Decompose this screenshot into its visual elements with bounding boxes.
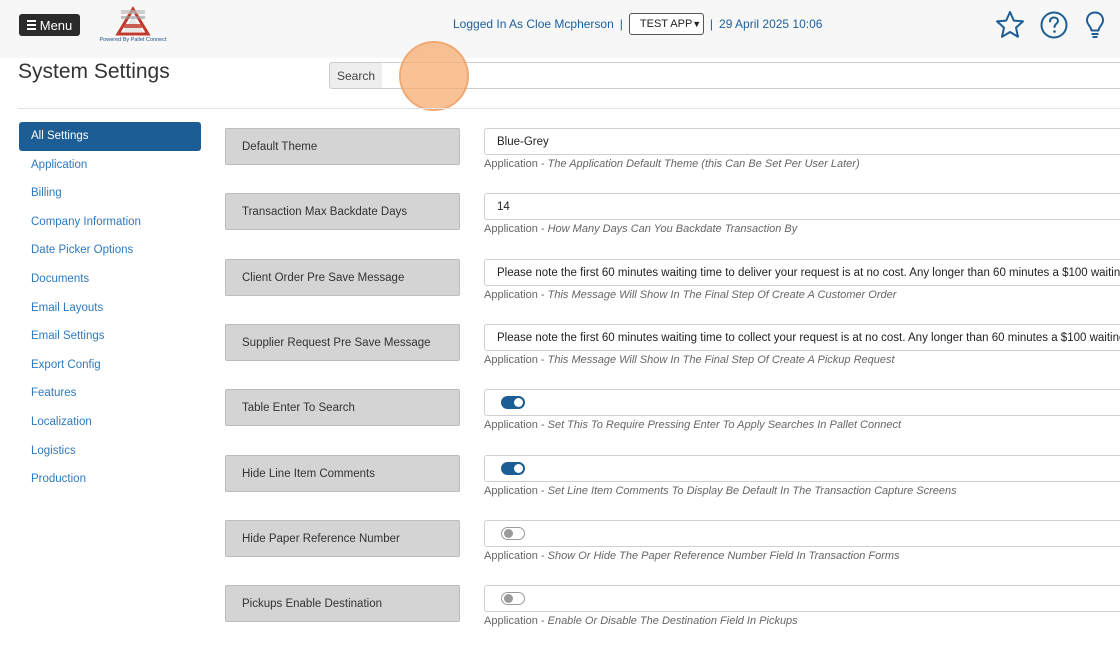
setting-label: Transaction Max Backdate Days: [225, 193, 460, 230]
sidebar-item-features[interactable]: Features: [19, 379, 201, 408]
sidebar-item-company-information[interactable]: Company Information: [19, 208, 201, 237]
toggle-field: [484, 455, 1120, 482]
setting-row-supplier-request-message: Supplier Request Pre Save Message Please…: [225, 324, 1120, 384]
app-select-value: TEST APP: [639, 18, 693, 30]
setting-description: Application - This Message Will Show In …: [484, 354, 895, 366]
max-backdate-input[interactable]: 14: [484, 193, 1120, 220]
toggle-field: [484, 389, 1120, 416]
hide-line-item-comments-toggle[interactable]: [501, 462, 525, 475]
setting-description: Application - Enable Or Disable The Dest…: [484, 615, 798, 627]
setting-description: Application - How Many Days Can You Back…: [484, 223, 798, 235]
separator: |: [709, 17, 714, 31]
setting-label: Supplier Request Pre Save Message: [225, 324, 460, 361]
settings-sidebar: All Settings Application Billing Company…: [19, 122, 201, 494]
search-input[interactable]: [382, 62, 1120, 89]
toggle-knob: [504, 594, 513, 603]
client-order-message-input[interactable]: Please note the first 60 minutes waiting…: [484, 259, 1120, 286]
logged-in-user: Logged In As Cloe Mcpherson: [453, 17, 614, 31]
login-info: Logged In As Cloe Mcpherson | TEST APP ▼…: [453, 13, 822, 35]
app-logo[interactable]: Powered By Pallet Connect: [98, 6, 168, 46]
menu-button-label: Menu: [39, 17, 73, 33]
setting-label: Pickups Enable Destination: [225, 585, 460, 622]
setting-label: Hide Paper Reference Number: [225, 520, 460, 557]
pickups-enable-destination-toggle[interactable]: [501, 592, 525, 605]
sidebar-item-production[interactable]: Production: [19, 465, 201, 494]
setting-label: Table Enter To Search: [225, 389, 460, 426]
sidebar-item-logistics[interactable]: Logistics: [19, 437, 201, 466]
setting-label: Default Theme: [225, 128, 460, 165]
toggle-knob: [504, 529, 513, 538]
table-enter-to-search-toggle[interactable]: [501, 396, 525, 409]
current-datetime: 29 April 2025 10:06: [719, 17, 823, 31]
pallet-connect-logo-icon: [115, 6, 151, 36]
app-select[interactable]: TEST APP ▼: [628, 13, 704, 35]
sidebar-item-all-settings[interactable]: All Settings: [19, 122, 201, 151]
sidebar-item-documents[interactable]: Documents: [19, 265, 201, 294]
toggle-field: [484, 520, 1120, 547]
top-bar: Menu Powered By Pallet Connect Logged In…: [0, 0, 1120, 58]
default-theme-select[interactable]: Blue-Grey: [484, 128, 1120, 155]
toggle-knob: [514, 464, 523, 473]
setting-row-default-theme: Default Theme Blue-Grey Application - Th…: [225, 128, 1120, 188]
star-icon[interactable]: [995, 10, 1025, 40]
separator: |: [619, 17, 623, 31]
sidebar-item-billing[interactable]: Billing: [19, 179, 201, 208]
lightbulb-icon[interactable]: [1080, 10, 1110, 40]
menu-button[interactable]: Menu: [19, 14, 80, 36]
setting-row-client-order-message: Client Order Pre Save Message Please not…: [225, 259, 1120, 319]
toggle-knob: [514, 398, 523, 407]
setting-label: Hide Line Item Comments: [225, 455, 460, 492]
setting-description: Application - The Application Default Th…: [484, 158, 860, 170]
page-title: System Settings: [18, 60, 170, 83]
setting-description: Application - Show Or Hide The Paper Ref…: [484, 550, 900, 562]
sidebar-item-localization[interactable]: Localization: [19, 408, 201, 437]
toggle-field: [484, 585, 1120, 612]
setting-label: Client Order Pre Save Message: [225, 259, 460, 296]
sidebar-item-export-config[interactable]: Export Config: [19, 351, 201, 380]
chevron-down-icon: ▼: [692, 19, 702, 29]
logo-powered-by: Powered By Pallet Connect: [99, 37, 167, 43]
setting-description: Application - Set Line Item Comments To …: [484, 485, 957, 497]
setting-row-pickups-enable-destination: Pickups Enable Destination Application -…: [225, 585, 1120, 645]
supplier-request-message-input[interactable]: Please note the first 60 minutes waiting…: [484, 324, 1120, 351]
hamburger-icon: [26, 20, 36, 30]
sidebar-item-application[interactable]: Application: [19, 151, 201, 180]
divider: [18, 108, 1120, 109]
setting-description: Application - Set This To Require Pressi…: [484, 419, 902, 431]
setting-row-max-backdate: Transaction Max Backdate Days 14 Applica…: [225, 193, 1120, 253]
sidebar-item-email-settings[interactable]: Email Settings: [19, 322, 201, 351]
help-icon[interactable]: [1039, 10, 1069, 40]
setting-description: Application - This Message Will Show In …: [484, 289, 897, 301]
hide-paper-reference-toggle[interactable]: [501, 527, 525, 540]
sidebar-item-email-layouts[interactable]: Email Layouts: [19, 294, 201, 323]
setting-row-hide-paper-reference: Hide Paper Reference Number Application …: [225, 520, 1120, 580]
setting-row-hide-line-item-comments: Hide Line Item Comments Application - Se…: [225, 455, 1120, 515]
search-label: Search: [329, 62, 383, 89]
setting-row-table-enter-to-search: Table Enter To Search Application - Set …: [225, 389, 1120, 449]
sidebar-item-date-picker-options[interactable]: Date Picker Options: [19, 236, 201, 265]
